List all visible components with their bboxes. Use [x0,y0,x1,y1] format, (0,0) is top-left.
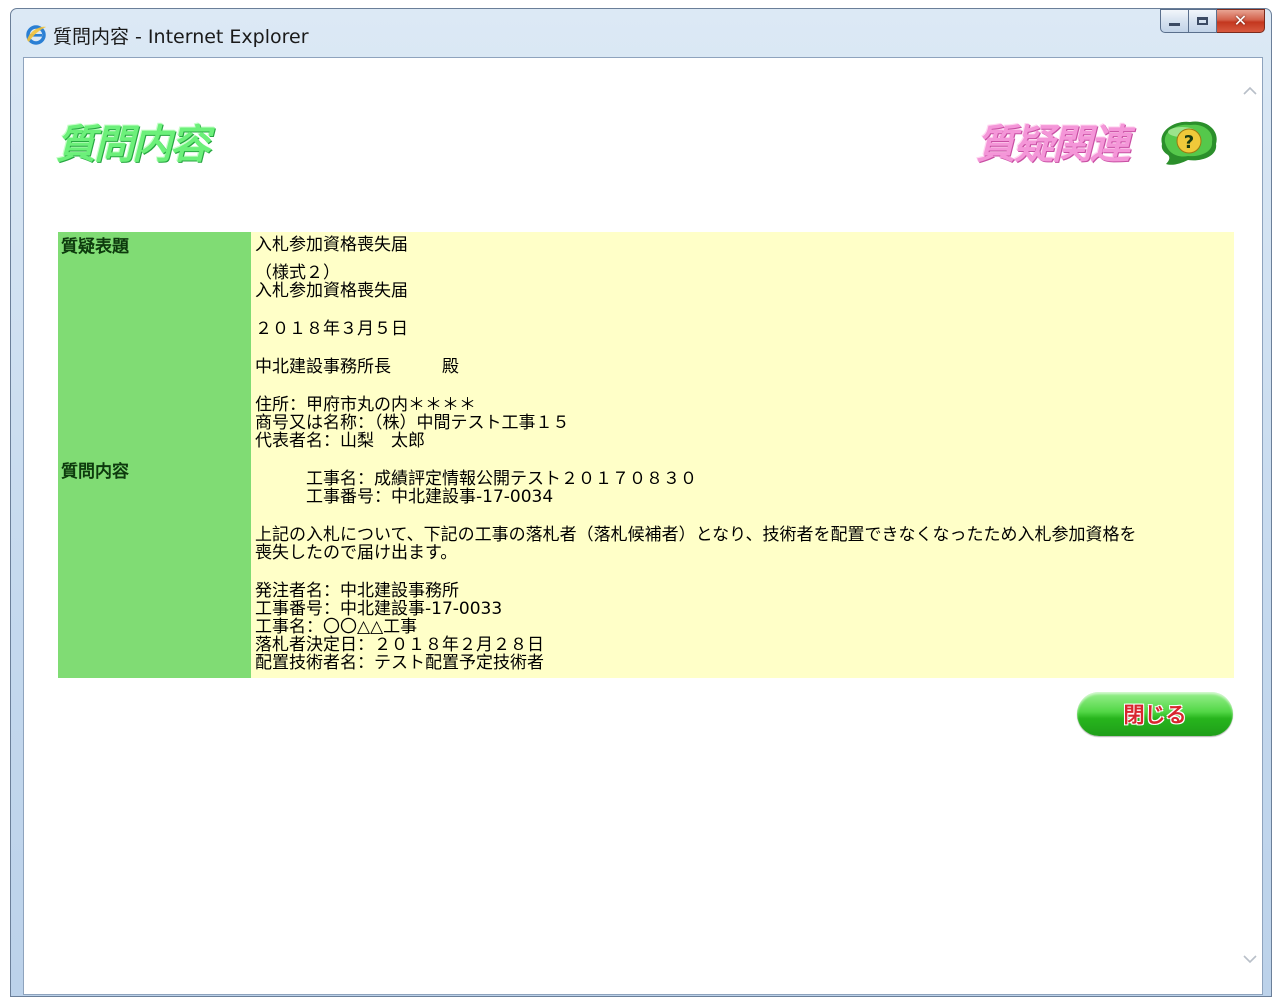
subject-row: 質疑表題 入札参加資格喪失届 [58,232,1234,257]
content-line [255,506,1234,526]
vertical-scrollbar[interactable] [1238,58,1262,994]
window-controls: ✕ [1160,9,1265,33]
content-line [255,450,1234,470]
content-line: 喪失したので届け出ます。 [255,543,458,563]
content-line: 配置技術者名：テスト配置予定技術者 [255,653,544,673]
related-link[interactable]: 質疑関連 [976,112,1130,170]
close-window-button[interactable]: ✕ [1217,9,1265,33]
question-table: 質疑表題 入札参加資格喪失届 質問内容 （様式２） 入札参加資格喪失届 ２０１８年３… [58,232,1234,678]
maximize-button[interactable] [1189,9,1217,33]
subject-value: 入札参加資格喪失届 [251,232,1234,257]
close-button[interactable]: 閉じる [1077,692,1233,736]
content-line: 商号又は名称：（株）中間テスト工事１５ [255,413,570,433]
scroll-up-arrow-icon[interactable] [1242,84,1258,98]
subject-label: 質疑表題 [58,232,251,257]
content-line: 工事名：〇〇△△工事 [255,617,418,637]
window-title: 質問内容 - Internet Explorer [53,26,309,48]
content-line: 入札参加資格喪失届 [255,281,408,301]
content-row: 質問内容 （様式２） 入札参加資格喪失届 ２０１８年３月５日中北建設事務所長 殿住所… [58,260,1234,678]
content-line: 発注者名：中北建設事務所 [255,581,459,601]
minimize-icon [1169,23,1180,26]
content-line [255,376,1234,396]
content-line: ２０１８年３月５日 [255,319,408,339]
internet-explorer-icon [26,25,46,45]
page-viewport: 質問内容 質疑関連 ? 質疑表題 入札参加資格喪失届 質問内容 （様式２） 入札参… [23,57,1263,995]
maximize-icon [1197,17,1208,25]
minimize-button[interactable] [1160,9,1189,33]
scroll-down-arrow-icon[interactable] [1242,952,1258,966]
title-bar[interactable]: 質問内容 - Internet Explorer ✕ [11,9,1271,57]
content-line: 住所：甲府市丸の内＊＊＊＊ [255,395,476,415]
content-line: 落札者決定日：２０１８年２月２８日 [255,635,544,655]
page-title: 質問内容 [56,121,210,168]
content-label: 質問内容 [58,260,251,678]
content-line [255,338,1234,358]
content-value: （様式２） 入札参加資格喪失届 ２０１８年３月５日中北建設事務所長 殿住所：甲府市丸… [251,260,1234,678]
help-bubble-icon[interactable]: ? [1154,114,1224,170]
content-line: 中北建設事務所長 殿 [255,357,459,377]
content-line [255,562,1234,582]
content-line: 工事番号：中北建設事-17-0033 [255,599,503,619]
content-line: 代表者名：山梨 太郎 [255,431,425,451]
browser-window: 質問内容 - Internet Explorer ✕ 質問内容 質疑関連 ? 質… [10,8,1272,997]
svg-text:?: ? [1184,132,1194,153]
close-icon: ✕ [1233,11,1248,30]
content-line: （様式２） [255,263,340,283]
content-line [255,300,1234,320]
content-line: 工事番号：中北建設事-17-0034 [255,487,554,507]
content-line: 工事名：成績評定情報公開テスト２０１７０８３０ [255,469,697,489]
content-line: 上記の入札について、下記の工事の落札者（落札候補者）となり、技術者を配置できなく… [255,525,1137,545]
